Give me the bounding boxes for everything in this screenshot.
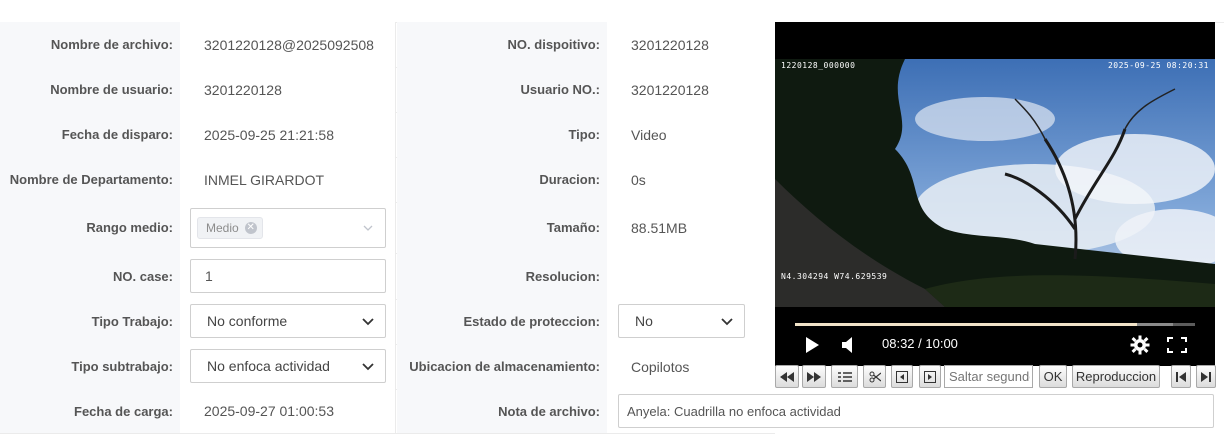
form-row: Nombre de archivo: 3201220128@2025092508… <box>0 22 775 68</box>
skip-end-button[interactable] <box>1196 365 1216 388</box>
storage-location-label: Ubicacion de almacenamiento: <box>397 344 607 389</box>
resolution-value <box>607 253 775 299</box>
ok-button[interactable]: OK <box>1039 365 1067 388</box>
skip-start-icon <box>1176 371 1186 382</box>
form-row: Tipo subtrabajo: No enfoca actividad Ubi… <box>0 344 775 390</box>
user-no-value: 3201220128 <box>607 67 775 112</box>
form-row: Fecha de disparo: 2025-09-25 21:21:58 Ti… <box>0 112 775 158</box>
type-value: Video <box>607 112 775 157</box>
risk-level-tag-label: Medio <box>206 221 239 235</box>
trigger-date-value: 2025-09-25 21:21:58 <box>180 112 396 157</box>
protection-state-select[interactable]: No <box>618 304 745 338</box>
chevron-down-icon <box>721 318 733 326</box>
video-controls: 08:32 / 10:00 <box>775 307 1215 366</box>
file-note-input[interactable]: Anyela: Cuadrilla no enfoca actividad <box>618 394 1214 428</box>
file-note-cell: Anyela: Cuadrilla no enfoca actividad <box>607 389 1224 433</box>
type-label: Tipo: <box>397 112 607 157</box>
user-name-value: 3201220128 <box>180 67 396 112</box>
department-value: INMEL GIRARDOT <box>180 157 396 202</box>
department-label: Nombre de Departamento: <box>0 157 180 202</box>
risk-level-cell: Medio ✕ <box>180 202 396 253</box>
prev-frame-icon <box>896 370 908 383</box>
user-name-label: Nombre de usuario: <box>0 67 180 112</box>
form-row: Nombre de Departamento: INMEL GIRARDOT D… <box>0 157 775 203</box>
protection-state-label: Estado de proteccion: <box>397 299 607 344</box>
progress-bar[interactable] <box>795 323 1195 326</box>
size-value: 88.51MB <box>607 202 775 253</box>
volume-icon[interactable] <box>841 336 855 354</box>
form-row: Tipo Trabajo: No conforme Estado de prot… <box>0 299 775 345</box>
work-type-select[interactable]: No conforme <box>190 304 386 338</box>
playback-toolbar: OK Reproduccion <box>775 364 1224 390</box>
trigger-date-label: Fecha de disparo: <box>0 112 180 157</box>
protection-state-cell: No <box>607 299 775 344</box>
osd-coordinates: N4.304294 W74.629539 <box>781 272 888 281</box>
form-row: Fecha de carga: 2025-09-27 01:00:53 Nota… <box>0 389 1224 434</box>
playback-time: 08:32 / 10:00 <box>882 336 958 351</box>
work-type-selected: No conforme <box>207 313 288 329</box>
duration-label: Duracion: <box>397 157 607 202</box>
osd-timestamp: 2025-09-25 08:20:31 <box>1107 61 1209 70</box>
subwork-type-cell: No enfoca actividad <box>180 344 396 389</box>
top-strip <box>0 0 1224 23</box>
rewind-button[interactable] <box>775 365 799 388</box>
osd-device-id: 1220128_000000 <box>781 61 856 70</box>
scissors-icon <box>869 371 881 382</box>
subwork-type-label: Tipo subtrabajo: <box>0 344 180 389</box>
clip-button[interactable] <box>863 365 886 388</box>
case-no-input[interactable] <box>190 259 386 293</box>
size-label: Tamaño: <box>397 202 607 253</box>
risk-level-select[interactable]: Medio ✕ <box>190 208 386 248</box>
case-no-label: NO. case: <box>0 253 180 299</box>
form-row: NO. case: Resolucion: <box>0 253 775 300</box>
resolution-label: Resolucion: <box>397 253 607 299</box>
form-row: Rango medio: Medio ✕ Tamaño: 88.51MB <box>0 202 775 254</box>
fast-forward-icon <box>807 371 821 382</box>
file-name-label: Nombre de archivo: <box>0 22 180 67</box>
playback-mode-button[interactable]: Reproduccion <box>1072 365 1160 388</box>
work-type-cell: No conforme <box>180 299 396 344</box>
protection-state-selected: No <box>635 313 653 329</box>
device-no-label: NO. dispoitivo: <box>397 22 607 67</box>
prev-frame-button[interactable] <box>891 365 913 388</box>
risk-level-label: Rango medio: <box>0 202 180 253</box>
chevron-down-icon <box>363 225 373 231</box>
upload-date-value: 2025-09-27 01:00:53 <box>180 389 396 433</box>
fullscreen-icon[interactable] <box>1167 337 1187 353</box>
skip-start-button[interactable] <box>1171 365 1191 388</box>
user-no-label: Usuario NO.: <box>397 67 607 112</box>
form-row: Nombre de usuario: 3201220128 Usuario NO… <box>0 67 775 113</box>
skip-end-icon <box>1201 371 1211 382</box>
progress-fill <box>795 323 1137 326</box>
subwork-type-selected: No enfoca actividad <box>207 358 330 374</box>
chevron-down-icon <box>362 363 374 371</box>
list-icon <box>837 371 852 382</box>
file-note-label: Nota de archivo: <box>397 389 607 433</box>
file-note-text: Anyela: Cuadrilla no enfoca actividad <box>627 404 841 419</box>
play-icon[interactable] <box>804 336 820 354</box>
duration-value: 0s <box>607 157 775 202</box>
tag-close-icon[interactable]: ✕ <box>244 222 257 234</box>
next-frame-icon <box>924 370 936 383</box>
rewind-icon <box>780 371 794 382</box>
device-no-value: 3201220128 <box>607 22 775 67</box>
work-type-label: Tipo Trabajo: <box>0 299 180 344</box>
upload-date-label: Fecha de carga: <box>0 389 180 433</box>
video-player[interactable]: 1220128_000000 2025-09-25 08:20:31 N4.30… <box>775 22 1215 366</box>
fast-forward-button[interactable] <box>802 365 826 388</box>
case-no-cell <box>180 253 396 299</box>
subwork-type-select[interactable]: No enfoca actividad <box>190 349 386 383</box>
storage-location-value: Copilotos <box>607 344 775 389</box>
chevron-down-icon <box>362 318 374 326</box>
file-name-value: 3201220128@2025092508 <box>180 22 396 67</box>
risk-level-tag: Medio ✕ <box>197 217 263 239</box>
next-frame-button[interactable] <box>919 365 941 388</box>
video-frame <box>775 59 1215 307</box>
playlist-button[interactable] <box>831 365 858 388</box>
gear-icon[interactable] <box>1130 335 1150 355</box>
seek-seconds-input[interactable] <box>944 365 1033 388</box>
